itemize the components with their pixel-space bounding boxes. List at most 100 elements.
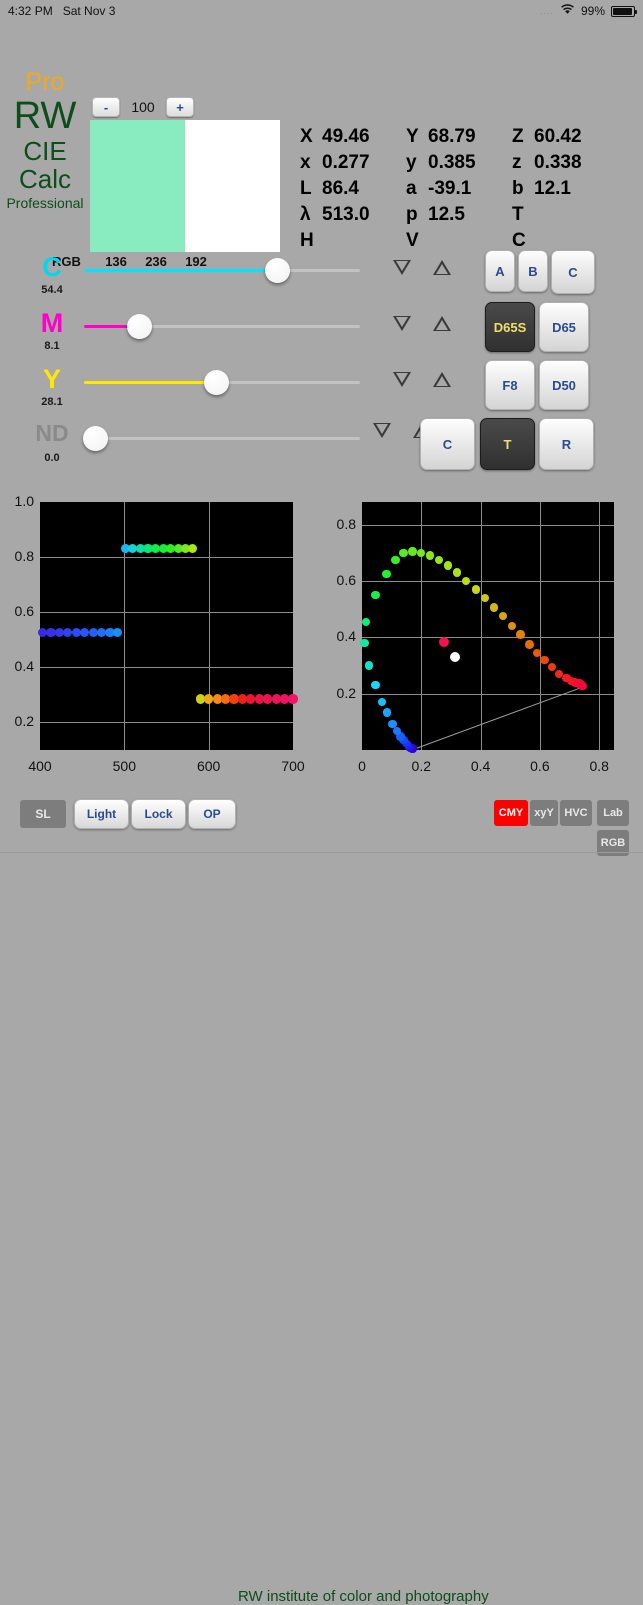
triangle-down-icon[interactable] — [393, 372, 411, 387]
mode-button-xyy[interactable]: xyY — [530, 800, 558, 826]
slider-track-nd[interactable] — [83, 426, 360, 451]
triangle-up-icon[interactable] — [433, 316, 451, 331]
status-time: 4:32 PM — [8, 4, 53, 18]
increment-button[interactable]: + — [166, 97, 194, 117]
x-tick-label: 0.6 — [530, 758, 550, 774]
readout-key: Z — [512, 126, 524, 147]
lock-button[interactable]: Lock — [131, 799, 186, 829]
triangle-down-icon[interactable] — [393, 260, 411, 275]
readout-value: 0.338 — [534, 152, 582, 173]
gridline-vertical — [539, 502, 541, 750]
data-point-spectral-locus — [360, 638, 369, 648]
data-point-spectral-locus — [364, 661, 373, 670]
y-tick-label: 0.4 — [336, 628, 356, 645]
status-bar: 4:32 PM Sat Nov 3 .... 99% — [0, 0, 643, 22]
triangle-down-icon[interactable] — [393, 316, 411, 331]
slider-thumb-nd[interactable] — [83, 426, 109, 451]
light-button[interactable]: Light — [74, 799, 129, 829]
data-point-spectral-locus — [382, 569, 391, 579]
slider-track-y[interactable] — [84, 370, 360, 395]
slider-label-c: C — [42, 252, 62, 282]
gridline-horizontal — [40, 612, 293, 614]
gridline-vertical — [480, 502, 482, 750]
readout-key: y — [406, 152, 417, 173]
illuminant-button-d65-4[interactable]: D65 — [539, 302, 589, 352]
gridline-horizontal — [362, 693, 614, 695]
status-date: Sat Nov 3 — [62, 4, 116, 18]
battery-percent: 99% — [580, 4, 605, 18]
data-point-spectral-locus — [461, 576, 470, 586]
readout-value: 0.277 — [322, 152, 370, 173]
data-point-spectral-locus — [532, 648, 542, 657]
readout-value: -39.1 — [428, 178, 472, 199]
gridline-horizontal — [362, 580, 614, 582]
swatch-reference-white — [185, 120, 280, 252]
y-tick-label: 0.8 — [336, 515, 356, 532]
gridline-horizontal — [362, 637, 614, 639]
slider-thumb-c[interactable] — [265, 258, 291, 283]
readout-key: H — [300, 230, 314, 251]
y-tick-label: 1.0 — [14, 493, 34, 509]
data-point-spectral-locus — [547, 662, 556, 672]
readout-value: 513.0 — [322, 204, 370, 225]
readout-value: 12.5 — [428, 204, 465, 225]
brand-pro: Pro — [25, 68, 65, 96]
data-point-spectral-locus — [425, 551, 435, 560]
triangle-up-icon[interactable] — [433, 372, 451, 387]
slider-track-c[interactable] — [84, 258, 360, 283]
gridline-horizontal — [362, 524, 614, 526]
illuminant-button-c-7[interactable]: C — [420, 418, 475, 470]
decrement-button[interactable]: - — [92, 97, 120, 117]
illuminant-button-r-9[interactable]: R — [539, 418, 594, 470]
triangle-up-icon[interactable] — [433, 260, 451, 275]
triangle-down-icon[interactable] — [373, 423, 391, 438]
mode-button-lab[interactable]: Lab — [597, 800, 629, 826]
mode-button-cmy[interactable]: CMY — [494, 800, 528, 826]
signal-dots-icon: .... — [539, 6, 554, 16]
wifi-icon — [560, 4, 575, 18]
bottom-toolbar: SL Light Lock OP RW institute of color a… — [0, 788, 643, 1605]
illuminant-button-c-2[interactable]: C — [551, 250, 595, 294]
slider-value-y: 28.1 — [41, 396, 63, 408]
intensity-value: 100 — [131, 99, 155, 115]
y-tick-label: 0.6 — [336, 571, 356, 588]
slider-thumb-y[interactable] — [204, 370, 230, 395]
illuminant-button-b-1[interactable]: B — [518, 250, 548, 292]
illuminant-button-f8-5[interactable]: F8 — [485, 360, 535, 410]
data-point-spectral-locus — [507, 621, 516, 631]
illuminant-button-d50-6[interactable]: D50 — [539, 360, 589, 410]
readout-key: p — [406, 204, 418, 225]
gridline-horizontal — [40, 722, 293, 724]
data-point-white-point — [449, 652, 460, 663]
readout-key: C — [512, 230, 526, 251]
slider-thumb-m[interactable] — [127, 314, 153, 339]
readout-key: Y — [406, 126, 419, 147]
slider-value-c: 54.4 — [41, 284, 63, 296]
data-point-spectral-locus — [361, 617, 371, 626]
readout-key: x — [300, 152, 311, 173]
illuminant-button-t-8[interactable]: T — [480, 418, 535, 470]
readout-value: 12.1 — [534, 178, 571, 199]
slider-track-m[interactable] — [84, 314, 360, 339]
data-point-spectral-locus — [399, 548, 408, 557]
y-tick-label: 0.2 — [14, 713, 34, 730]
plot-area — [362, 502, 614, 750]
data-point-spectral-locus — [391, 555, 400, 564]
mode-button-hvc[interactable]: HVC — [560, 800, 592, 826]
slider-fill-c — [84, 269, 278, 272]
gridline-vertical — [421, 502, 423, 750]
x-tick-label: 600 — [196, 758, 221, 774]
color-swatch[interactable] — [90, 120, 280, 252]
illuminant-button-a-0[interactable]: A — [485, 250, 515, 292]
op-button[interactable]: OP — [188, 799, 236, 829]
stepper-arrows-m — [393, 316, 451, 331]
data-point-sample-point — [439, 636, 450, 647]
plot-area — [40, 502, 293, 750]
readout-cell-p: p 12.5 — [406, 202, 512, 228]
sl-button[interactable]: SL — [20, 800, 66, 828]
readout-key: T — [512, 204, 524, 225]
readout-value: 86.4 — [322, 178, 359, 199]
data-point-spectral-locus — [371, 680, 380, 690]
brand-rw: RW — [13, 95, 77, 137]
illuminant-button-d65s-3[interactable]: D65S — [485, 302, 535, 352]
